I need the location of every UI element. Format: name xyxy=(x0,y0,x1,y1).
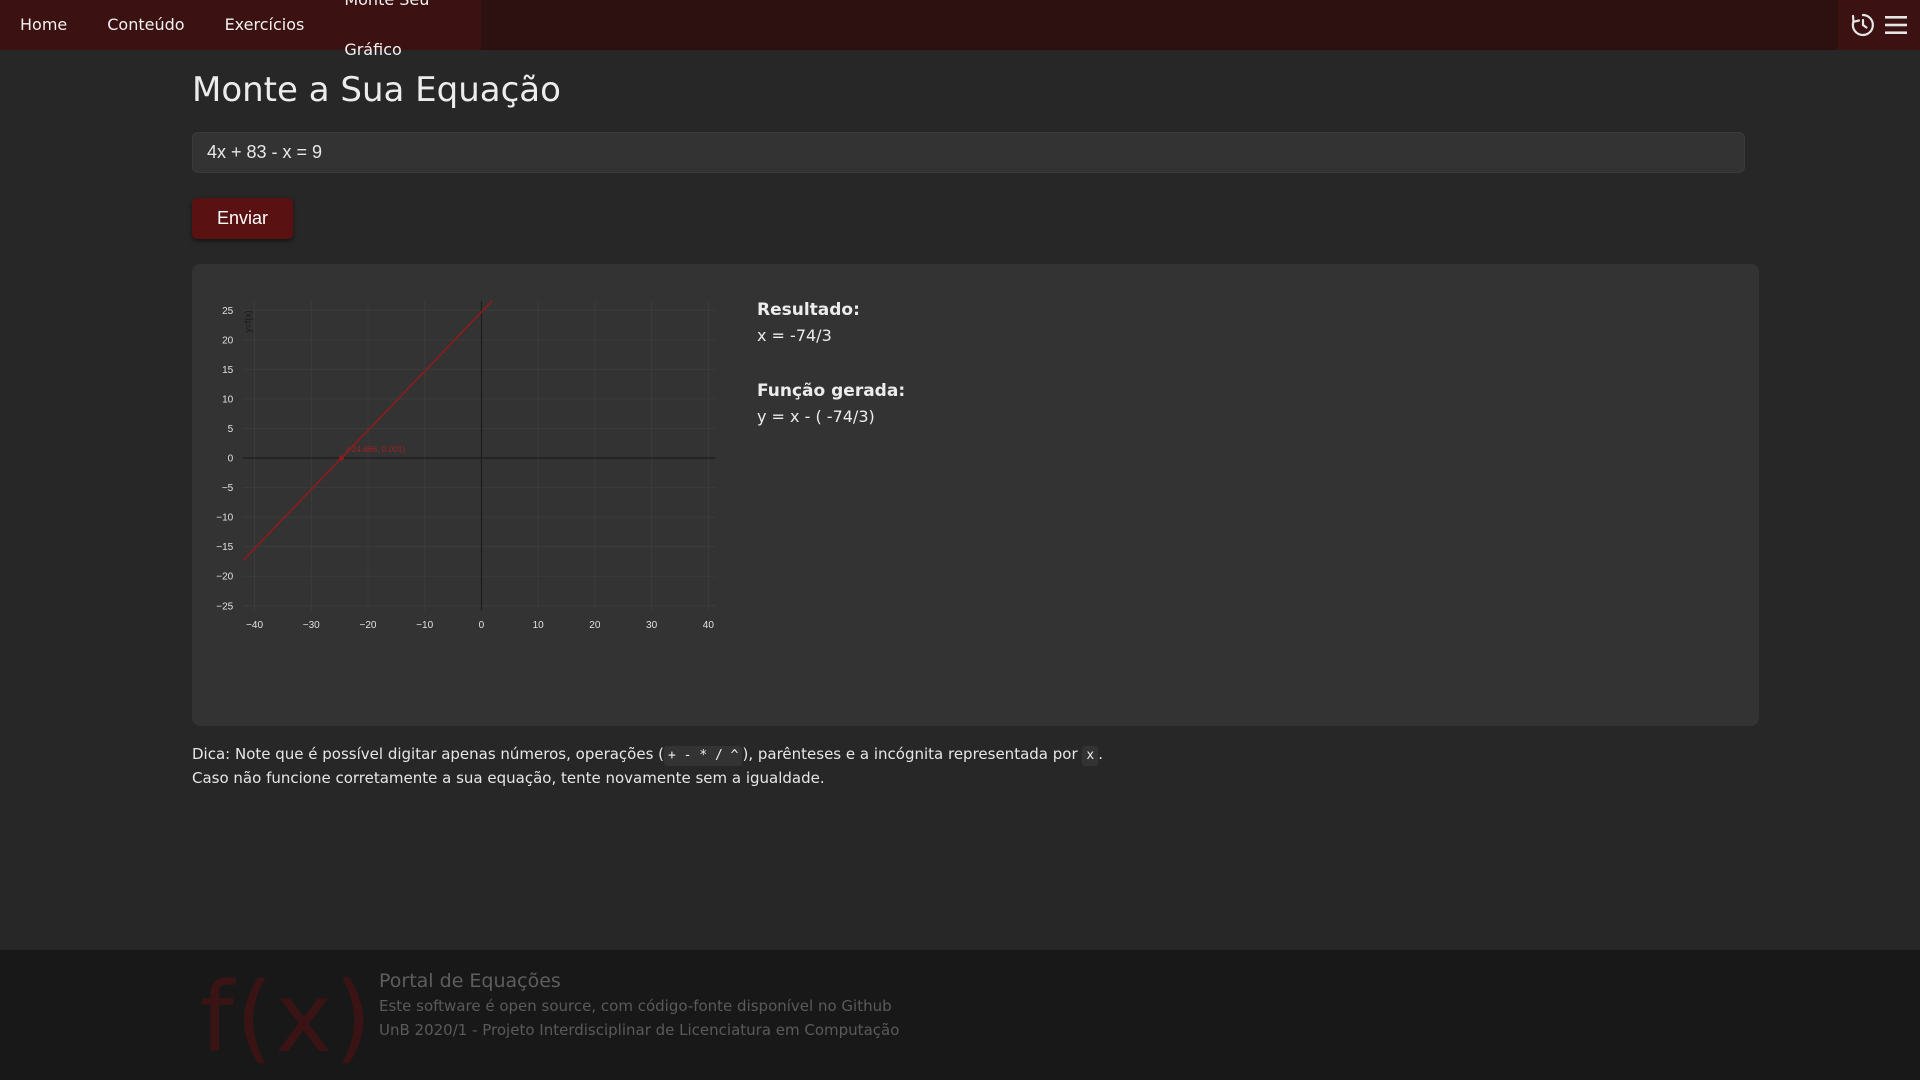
function-heading: Função gerada: xyxy=(757,381,906,401)
hint-line-2: Caso não funcione corretamente a sua equ… xyxy=(192,769,825,787)
hint-suffix: . xyxy=(1098,745,1104,763)
y-tick-label: 0 xyxy=(228,454,234,465)
operators-code: + - * / ^ xyxy=(664,746,743,766)
x-tick-label: 10 xyxy=(533,620,545,631)
root-point xyxy=(338,455,345,461)
footer-logo: f(x) xyxy=(200,962,374,1074)
y-tick-label: 10 xyxy=(222,394,234,405)
hint-prefix: Dica: Note que é possível digitar apenas… xyxy=(192,745,665,763)
history-icon[interactable] xyxy=(1850,12,1876,38)
function-plot[interactable]: −40 −30 −20 −10 0 10 20 30 40 25 20 15 10 5 0 −5 −10 −15 −… xyxy=(212,291,732,651)
y-tick-label: −15 xyxy=(216,542,233,553)
y-tick-label: −5 xyxy=(222,483,234,494)
hamburger-menu-icon[interactable] xyxy=(1883,12,1909,38)
x-tick-label: 20 xyxy=(589,620,601,631)
y-tick-label: −10 xyxy=(216,513,233,524)
result-heading: Resultado: xyxy=(757,300,860,320)
nav-link-monte-seu-grafico[interactable]: Monte Seu Gráfico xyxy=(324,0,481,75)
footer: f(x) Portal de Equações Este software é … xyxy=(0,950,1920,1080)
y-tick-label: 5 xyxy=(228,424,234,435)
x-tick-label: 0 xyxy=(479,620,485,631)
nav-link-conteudo[interactable]: Conteúdo xyxy=(87,0,204,50)
x-tick-label: −30 xyxy=(303,620,320,631)
root-point-label: (-24.666, 0.001) xyxy=(346,445,405,454)
nav-links: Home Conteúdo Exercícios Monte Seu Gráfi… xyxy=(0,0,481,59)
hint-middle: ), parênteses e a incógnita representada… xyxy=(742,745,1078,763)
result-value: x = -74/3 xyxy=(757,326,832,345)
y-tick-label: 25 xyxy=(222,306,234,317)
result-card: −40 −30 −20 −10 0 10 20 30 40 25 20 15 10 5 0 −5 −10 −15 −… xyxy=(192,264,1759,726)
page-title: Monte a Sua Equação xyxy=(192,70,561,110)
navbar: Home Conteúdo Exercícios Monte Seu Gráfi… xyxy=(0,0,1920,59)
hint-line-1: Dica: Note que é possível digitar apenas… xyxy=(192,742,1103,766)
y-tick-label: −25 xyxy=(216,601,233,612)
function-line xyxy=(242,300,494,561)
nav-link-home[interactable]: Home xyxy=(0,0,87,50)
send-button[interactable]: Enviar xyxy=(192,198,293,239)
x-tick-label: −20 xyxy=(359,620,376,631)
variable-code: x xyxy=(1082,746,1099,766)
x-tick-label: 40 xyxy=(703,620,715,631)
footer-title: Portal de Equações xyxy=(379,970,561,992)
x-tick-label: −40 xyxy=(246,620,263,631)
y-tick-label: 20 xyxy=(222,335,234,346)
y-tick-label: −20 xyxy=(216,572,233,583)
y-axis-label: y=f(x) xyxy=(243,310,253,332)
function-value: y = x - ( -74/3) xyxy=(757,407,875,426)
x-tick-label: −10 xyxy=(416,620,433,631)
equation-input[interactable] xyxy=(192,132,1745,173)
nav-link-exercicios[interactable]: Exercícios xyxy=(205,0,325,50)
footer-project-text: UnB 2020/1 - Projeto Interdisciplinar de… xyxy=(379,1021,900,1039)
result-panel: Resultado: x = -74/3 Função gerada: y = … xyxy=(757,300,905,462)
footer-open-source-text: Este software é open source, com código-… xyxy=(379,997,892,1015)
nav-actions xyxy=(1838,0,1920,50)
y-tick-label: 15 xyxy=(222,365,234,376)
x-tick-label: 30 xyxy=(646,620,658,631)
hint-text: Dica: Note que é possível digitar apenas… xyxy=(192,742,1103,790)
